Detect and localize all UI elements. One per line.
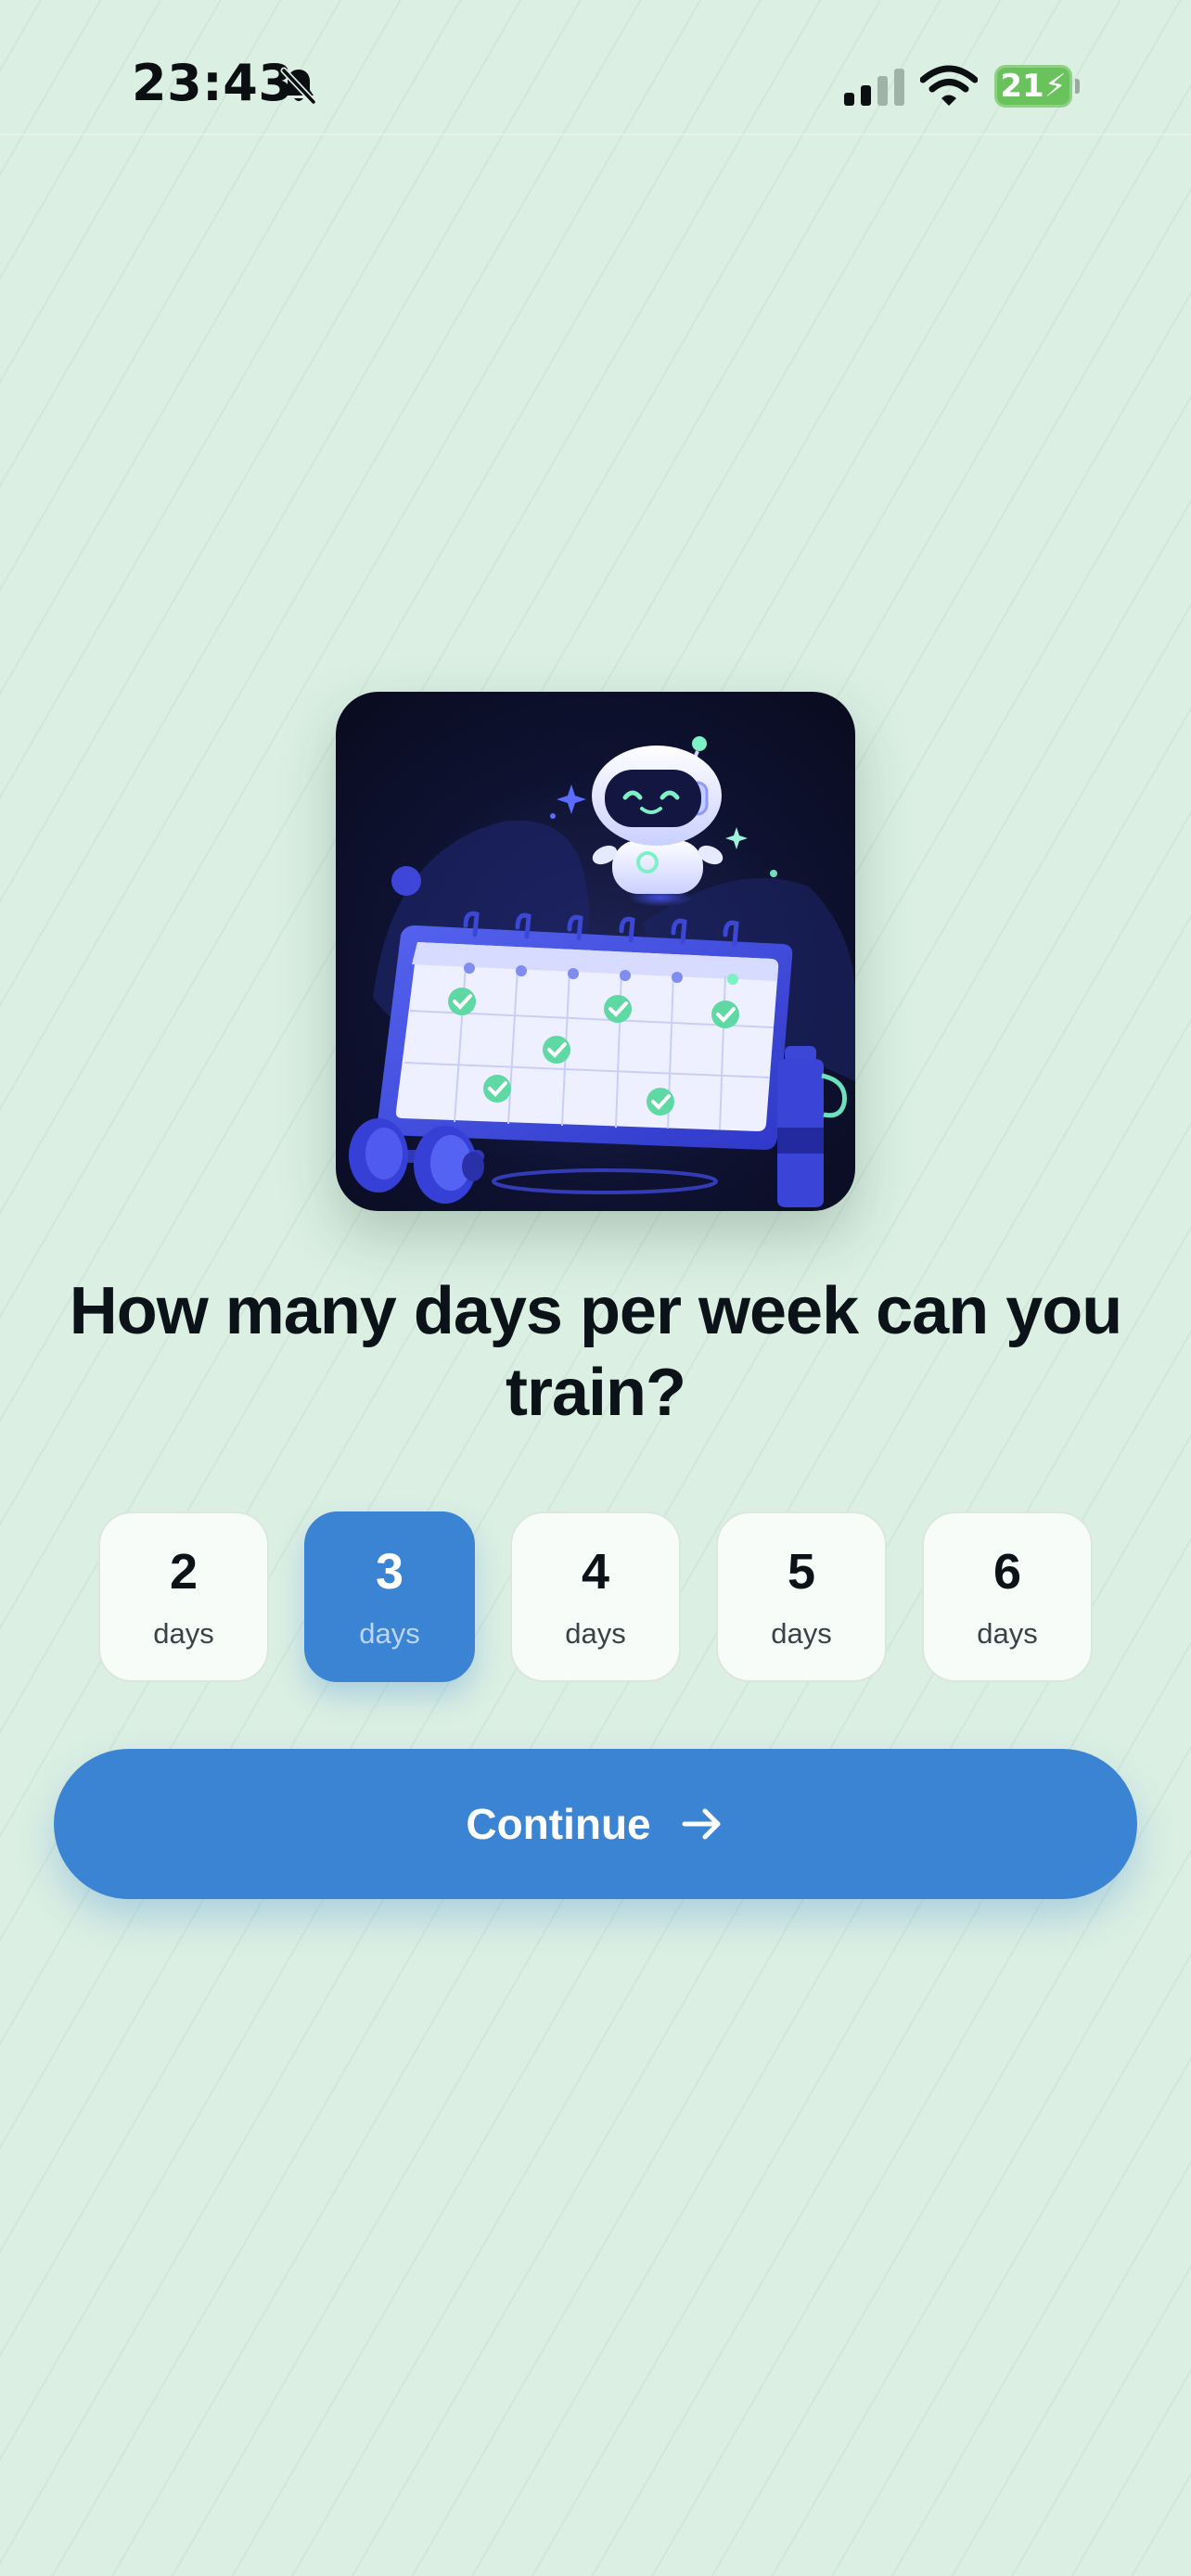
option-4-days[interactable]: 4 days — [510, 1511, 681, 1682]
option-unit: days — [359, 1617, 420, 1650]
battery-level: 21⚡ — [1000, 68, 1067, 105]
bg-orb — [391, 866, 421, 896]
sparkle-icon — [725, 827, 748, 849]
option-6-days[interactable]: 6 days — [922, 1511, 1093, 1682]
option-number: 2 — [169, 1544, 198, 1600]
bell-slash-icon — [280, 67, 317, 106]
option-unit: days — [565, 1617, 626, 1650]
wifi-icon — [920, 65, 978, 106]
sparkle-dot — [770, 870, 777, 877]
sparkle-icon — [557, 784, 586, 814]
status-time: 23:43 — [132, 54, 294, 112]
option-unit: days — [977, 1617, 1038, 1650]
robot-icon — [592, 736, 724, 907]
question-heading: How many days per week can you train? — [69, 1274, 1122, 1430]
option-3-days[interactable]: 3 days — [304, 1511, 475, 1682]
battery-charging-icon: 21⚡ — [994, 65, 1080, 108]
option-number: 5 — [787, 1544, 816, 1600]
days-option-group: 2 days 3 days 4 days 5 days 6 days — [98, 1511, 1093, 1684]
option-2-days[interactable]: 2 days — [98, 1511, 269, 1682]
option-unit: days — [153, 1617, 214, 1650]
option-number: 4 — [581, 1544, 610, 1600]
illustration-artwork — [349, 736, 855, 1207]
option-number: 3 — [375, 1544, 404, 1600]
option-5-days[interactable]: 5 days — [716, 1511, 887, 1682]
robot-calendar-illustration — [336, 692, 855, 1211]
continue-button[interactable]: Continue — [54, 1749, 1137, 1899]
option-number: 6 — [992, 1544, 1022, 1600]
status-bar: 23:43 21⚡ — [0, 0, 1191, 135]
arrow-right-icon — [682, 1808, 721, 1840]
battery-cap — [1075, 79, 1080, 94]
option-unit: days — [771, 1617, 832, 1650]
signal-icon — [844, 69, 904, 106]
sparkle-dot — [550, 813, 556, 819]
continue-label: Continue — [466, 1800, 651, 1848]
